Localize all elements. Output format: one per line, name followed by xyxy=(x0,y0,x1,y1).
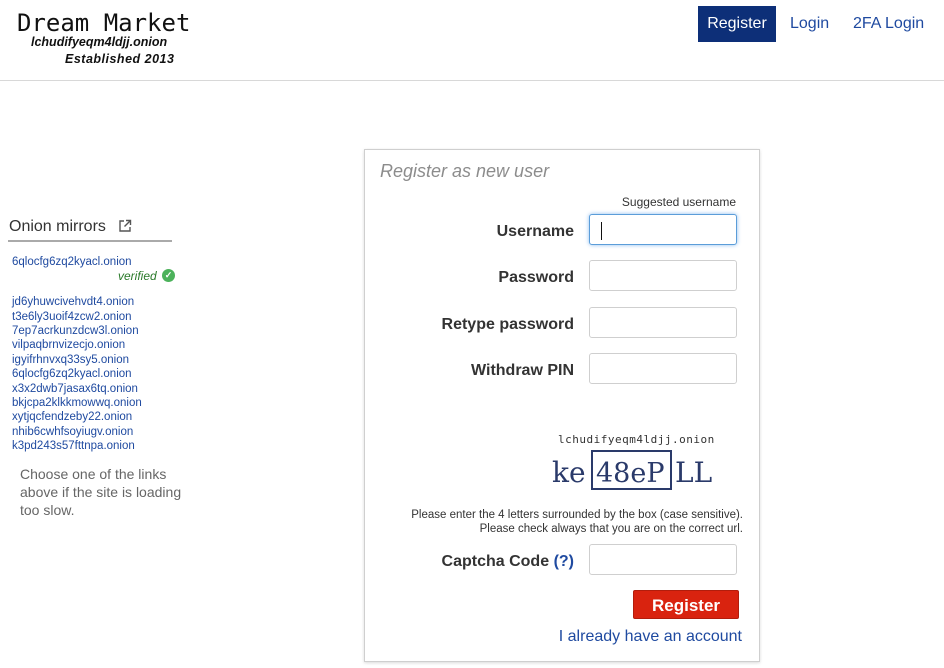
captcha-note-line-2: Please check always that you are on the … xyxy=(479,523,743,535)
password-label: Password xyxy=(498,269,574,286)
mirror-link[interactable]: x3x2dwb7jasax6tq.onion xyxy=(12,382,138,396)
captcha-image: ke 48eP LL xyxy=(552,450,712,490)
captcha-note-line-1: Please enter the 4 letters surrounded by… xyxy=(411,509,743,521)
site-header: Dream Market lchudifyeqm4ldjj.onion Esta… xyxy=(0,0,944,81)
verified-check-icon: ✓ xyxy=(162,269,175,282)
captcha-label: Captcha Code (?) xyxy=(442,553,574,571)
register-panel: Register as new user Suggested username … xyxy=(364,149,760,662)
text-cursor xyxy=(601,222,602,240)
password-input[interactable] xyxy=(589,260,737,291)
username-label: Username xyxy=(496,223,574,240)
mirror-link[interactable]: igyifrhnvxq33sy5.onion xyxy=(12,353,129,367)
username-input[interactable] xyxy=(589,214,737,245)
mirror-link[interactable]: nhib6cwhfsoyiugv.onion xyxy=(12,425,133,439)
mirror-link[interactable]: xytjqcfendzeby22.onion xyxy=(12,410,132,424)
captcha-left-text: ke xyxy=(552,456,586,489)
captcha-input[interactable] xyxy=(589,544,737,575)
retype-password-label: Retype password xyxy=(441,316,574,333)
external-link-icon[interactable] xyxy=(118,219,132,233)
mirrors-help-text: Choose one of the links above if the sit… xyxy=(20,466,182,518)
captcha-right-text: LL xyxy=(675,456,712,489)
nav-register-button[interactable]: Register xyxy=(698,6,776,42)
withdraw-pin-label: Withdraw PIN xyxy=(471,362,574,379)
nav-2fa-login-link[interactable]: 2FA Login xyxy=(853,6,924,42)
withdraw-pin-input[interactable] xyxy=(589,353,737,384)
mirrors-divider xyxy=(8,240,172,242)
panel-title: Register as new user xyxy=(380,161,550,181)
mirror-link[interactable]: jd6yhuwcivehvdt4.onion xyxy=(12,295,134,309)
captcha-instructions: Please enter the 4 letters surrounded by… xyxy=(411,508,743,536)
verified-label: verified xyxy=(118,269,157,283)
suggested-username-link[interactable]: Suggested username xyxy=(622,195,736,209)
mirror-link[interactable]: vilpaqbrnvizecjo.onion xyxy=(12,338,125,352)
already-have-account-link[interactable]: I already have an account xyxy=(559,628,742,646)
captcha-box-text: 48eP xyxy=(596,458,665,489)
mirror-link[interactable]: 6qlocfg6zq2kyacl.onion xyxy=(12,367,132,381)
onion-mirrors-title: Onion mirrors xyxy=(9,218,106,235)
logo-title[interactable]: Dream Market xyxy=(17,9,190,37)
captcha-url: lchudifyeqm4ldjj.onion xyxy=(558,433,715,446)
mirror-link[interactable]: k3pd243s57fttnpa.onion xyxy=(12,439,135,453)
mirror-link[interactable]: bkjcpa2klkkmowwq.onion xyxy=(12,396,142,410)
logo-onion-address: lchudifyeqm4ldjj.onion xyxy=(31,35,168,49)
nav-login-link[interactable]: Login xyxy=(790,6,829,42)
register-submit-button[interactable]: Register xyxy=(633,590,739,619)
mirror-link[interactable]: 7ep7acrkunzdcw3l.onion xyxy=(12,324,139,338)
logo-established: Established 2013 xyxy=(65,52,175,66)
retype-password-input[interactable] xyxy=(589,307,737,338)
captcha-help-link[interactable]: (?) xyxy=(554,553,574,570)
mirror-link-verified[interactable]: 6qlocfg6zq2kyacl.onion xyxy=(12,255,132,269)
captcha-label-text: Captcha Code xyxy=(441,553,550,570)
mirror-link[interactable]: t3e6ly3uoif4zcw2.onion xyxy=(12,310,132,324)
